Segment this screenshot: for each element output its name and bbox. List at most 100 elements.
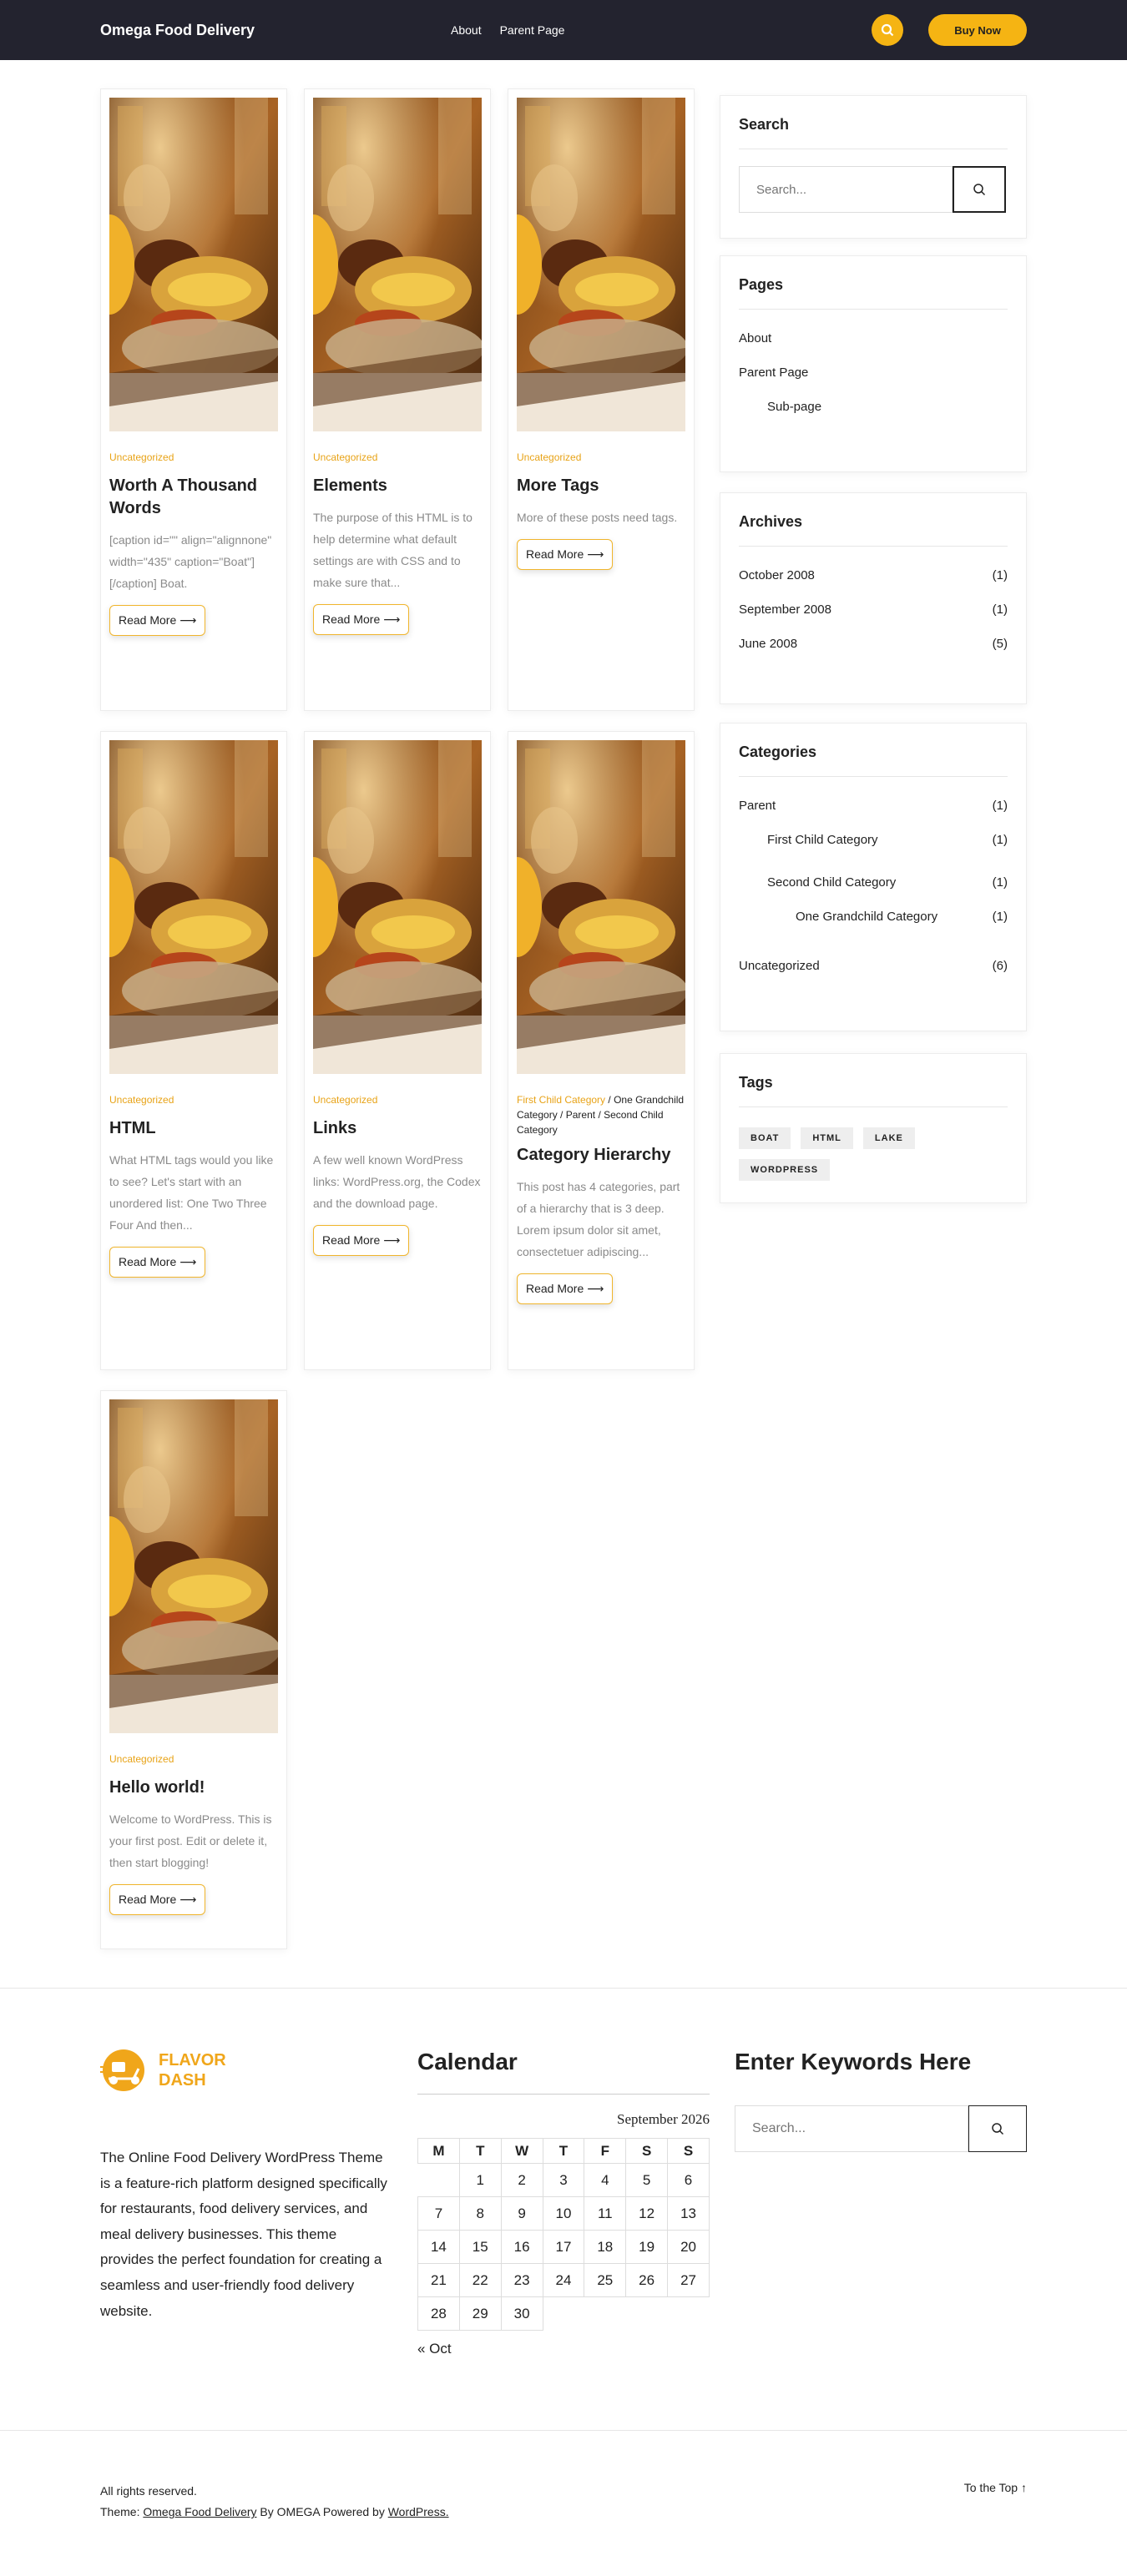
calendar-day: 24 [542,2263,585,2297]
category-label: First Child Category [767,833,878,847]
tag-link[interactable]: WORDPRESS [739,1159,831,1181]
arrow-right-icon: ⟶ [587,1281,604,1295]
tag-link[interactable]: BOAT [739,1127,791,1149]
read-more-label: Read More [322,612,381,627]
post-category[interactable]: Uncategorized [517,450,685,465]
calendar-prev-link[interactable]: « Oct [417,2341,710,2357]
footer-credits: All rights reserved. Theme: Omega Food D… [100,2481,449,2523]
post-thumbnail[interactable] [109,98,278,431]
brand-name: FLAVOR DASH [159,2050,226,2090]
read-more-label: Read More [526,547,584,562]
sidebar-search-input[interactable] [739,166,953,213]
calendar-week: 28 29 30 [417,2296,710,2331]
sidebar-search-button[interactable] [953,166,1006,213]
post-card: Uncategorized Worth A Thousand Words [ca… [100,88,287,711]
calendar-day [543,2296,584,2331]
to-top-link[interactable]: To the Top ↑ [964,2481,1027,2494]
calendar-day: 23 [500,2263,543,2297]
calendar-day: 12 [625,2196,669,2231]
archive-item[interactable]: June 2008 (5) [739,628,1008,659]
read-more-label: Read More [322,1233,381,1248]
post-thumbnail[interactable] [109,740,278,1074]
category-label: Uncategorized [739,959,820,973]
category-label: Parent [739,799,776,813]
post-title[interactable]: Category Hierarchy [517,1144,685,1167]
site-logo[interactable]: Omega Food Delivery [100,22,451,39]
tag-link[interactable]: HTML [801,1127,853,1149]
archive-item[interactable]: October 2008 (1) [739,560,1008,591]
post-category[interactable]: First Child Category [517,1094,605,1106]
post-category[interactable]: Uncategorized [109,450,278,465]
header-search-button[interactable] [872,14,903,46]
calendar-day: 26 [625,2263,669,2297]
read-more-button[interactable]: Read More ⟶ [313,1224,410,1256]
post-category[interactable]: Uncategorized [313,450,482,465]
read-more-button[interactable]: Read More ⟶ [109,604,206,636]
category-count: (1) [992,799,1008,813]
category-item[interactable]: Parent (1) [739,790,1008,821]
read-more-button[interactable]: Read More ⟶ [313,603,410,635]
post-title[interactable]: HTML [109,1117,278,1140]
page-link-parent[interactable]: Parent Page [739,357,1008,388]
buy-now-button[interactable]: Buy Now [928,14,1027,46]
category-item[interactable]: First Child Category (1) [739,824,1008,855]
site-header: Omega Food Delivery About Parent Page Bu… [0,0,1127,60]
post-title[interactable]: Elements [313,475,482,497]
rights-text: All rights reserved. [100,2484,197,2498]
post-title[interactable]: Hello world! [109,1777,278,1799]
calendar-day: 13 [667,2196,710,2231]
site-footer: FLAVOR DASH The Online Food Delivery Wor… [0,1988,1127,2576]
post-excerpt: The purpose of this HTML is to help dete… [313,511,473,589]
footer-search-input[interactable] [735,2105,969,2152]
post-category[interactable]: Uncategorized [313,1092,482,1107]
tag-link[interactable]: LAKE [862,1127,915,1149]
post-title[interactable]: Worth A Thousand Words [109,475,278,520]
search-icon [881,23,894,37]
footer-search-button[interactable] [968,2105,1027,2152]
category-item[interactable]: One Grandchild Category (1) [739,901,1008,932]
post-thumbnail[interactable] [517,740,685,1074]
post-category[interactable]: Parent [566,1109,595,1121]
read-more-button[interactable]: Read More ⟶ [517,1273,614,1304]
post-card: First Child Category / One Grandchild Ca… [508,731,695,1370]
calendar-day-header: F [584,2138,627,2164]
wordpress-link[interactable]: WordPress. [388,2505,449,2518]
footer-brand[interactable]: FLAVOR DASH [100,2049,226,2092]
post-title[interactable]: Links [313,1117,482,1140]
post-excerpt: More of these posts need tags. [517,511,678,524]
calendar-week: 7 8 9 10 11 12 13 [417,2196,710,2231]
read-more-label: Read More [119,1255,177,1269]
tags-widget: Tags BOAT HTML LAKE WORDPRESS [720,1053,1027,1203]
post-thumbnail[interactable] [517,98,685,431]
post-category[interactable]: Uncategorized [109,1092,278,1107]
page-link-about[interactable]: About [739,323,1008,354]
calendar-day: 17 [542,2230,585,2264]
page-link-subpage[interactable]: Sub-page [739,391,1008,422]
footer-widgets: FLAVOR DASH The Online Food Delivery Wor… [0,1988,1127,2430]
post-thumbnail[interactable] [313,98,482,431]
post-excerpt: [caption id="" align="alignnone" width="… [109,533,272,590]
post-category[interactable]: Uncategorized [109,1752,278,1767]
post-excerpt: Welcome to WordPress. This is your first… [109,1812,272,1869]
widget-title: Categories [739,744,1008,777]
nav-about[interactable]: About [451,23,482,37]
read-more-label: Read More [526,1282,584,1296]
post-thumbnail[interactable] [109,1399,278,1733]
calendar-day: 15 [458,2230,502,2264]
category-item[interactable]: Uncategorized (6) [739,950,1008,981]
read-more-button[interactable]: Read More ⟶ [109,1883,206,1915]
theme-link[interactable]: Omega Food Delivery [143,2505,256,2518]
calendar-day: 7 [417,2196,460,2231]
post-title[interactable]: More Tags [517,475,685,497]
category-item[interactable]: Second Child Category (1) [739,867,1008,898]
arrow-right-icon: ⟶ [383,612,401,626]
calendar-day-header: S [625,2138,669,2164]
post-excerpt: This post has 4 categories, part of a hi… [517,1180,680,1258]
read-more-button[interactable]: Read More ⟶ [517,538,614,570]
post-categories: First Child Category / One Grandchild Ca… [517,1094,685,1136]
nav-parent-page[interactable]: Parent Page [500,23,565,37]
post-thumbnail[interactable] [313,740,482,1074]
read-more-button[interactable]: Read More ⟶ [109,1246,206,1278]
category-count: (6) [992,959,1008,973]
archive-item[interactable]: September 2008 (1) [739,594,1008,625]
